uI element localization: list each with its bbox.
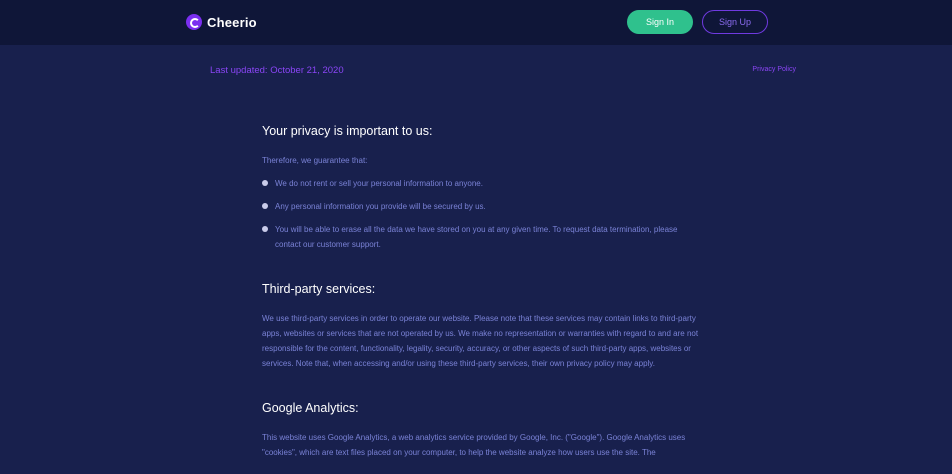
bullet-dot-icon bbox=[262, 203, 268, 209]
privacy-guarantee-list: We do not rent or sell your personal inf… bbox=[262, 176, 702, 252]
list-item: You will be able to erase all the data w… bbox=[262, 222, 702, 252]
sign-up-button[interactable]: Sign Up bbox=[702, 10, 768, 34]
privacy-intro: Therefore, we guarantee that: bbox=[262, 156, 368, 165]
list-item-text: Any personal information you provide wil… bbox=[275, 202, 486, 211]
cheerio-logo-icon bbox=[186, 14, 202, 30]
privacy-policy-link[interactable]: Privacy Policy bbox=[752, 66, 796, 73]
list-item-text: We do not rent or sell your personal inf… bbox=[275, 179, 483, 188]
list-item: Any personal information you provide wil… bbox=[262, 199, 702, 214]
third-party-body: We use third-party services in order to … bbox=[262, 314, 699, 368]
google-analytics-heading: Google Analytics: bbox=[262, 401, 359, 415]
privacy-content: Your privacy is important to us: Therefo… bbox=[262, 124, 702, 460]
brand-logo[interactable]: Cheerio bbox=[186, 14, 257, 30]
bullet-dot-icon bbox=[262, 226, 268, 232]
google-analytics-body: This website uses Google Analytics, a we… bbox=[262, 433, 686, 457]
bullet-dot-icon bbox=[262, 180, 268, 186]
top-navigation-bar: Cheerio Sign In Sign Up bbox=[0, 0, 952, 45]
third-party-heading: Third-party services: bbox=[262, 282, 376, 296]
brand-name: Cheerio bbox=[207, 14, 257, 30]
privacy-heading: Your privacy is important to us: bbox=[262, 124, 433, 138]
list-item-text: You will be able to erase all the data w… bbox=[275, 225, 678, 249]
last-updated-text: Last updated: October 21, 2020 bbox=[210, 65, 344, 76]
sign-in-button[interactable]: Sign In bbox=[627, 10, 693, 34]
list-item: We do not rent or sell your personal inf… bbox=[262, 176, 702, 191]
